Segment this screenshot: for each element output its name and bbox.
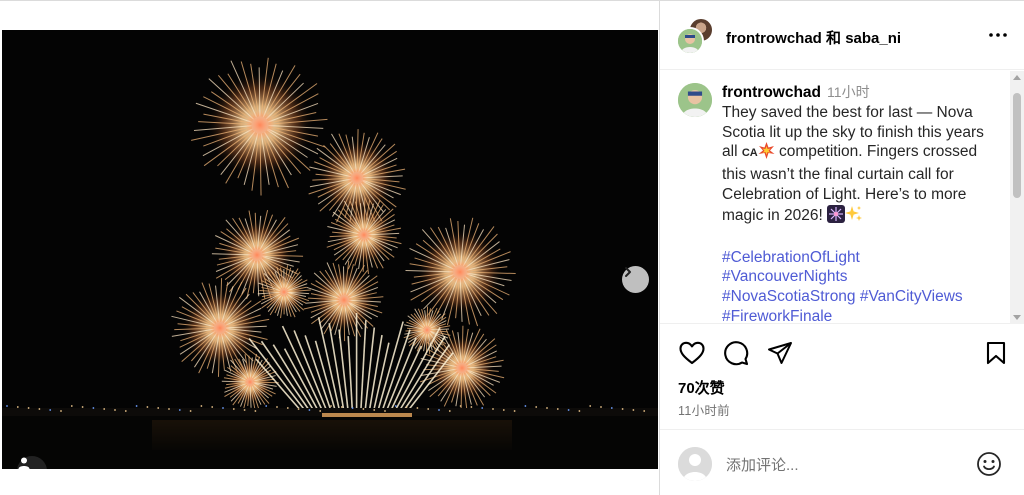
save-button[interactable]	[980, 337, 1012, 369]
instagram-post-viewer: frontrowchad 和 saba_ni frontrowchad 11小时 …	[0, 0, 1024, 495]
scroll-down-arrow-icon[interactable]	[1013, 315, 1021, 320]
share-button[interactable]	[764, 337, 796, 369]
scroll-up-arrow-icon[interactable]	[1013, 75, 1021, 80]
author-joiner: 和	[826, 30, 842, 47]
caption-timestamp[interactable]: 11小时	[827, 84, 870, 100]
user-tag-icon	[18, 457, 30, 469]
caption-avatar[interactable]	[678, 83, 712, 117]
heart-icon	[679, 341, 705, 365]
bookmark-icon	[986, 341, 1006, 365]
like-button[interactable]	[676, 337, 708, 369]
caption-scroll-area[interactable]: frontrowchad 11小时 They saved the best for…	[660, 71, 1024, 324]
more-horizontal-icon	[989, 33, 1007, 37]
caption-scrollbar[interactable]	[1010, 71, 1024, 324]
comment-input[interactable]	[726, 454, 956, 476]
post-header: frontrowchad 和 saba_ni	[660, 1, 1024, 70]
fireworks-image	[2, 30, 658, 469]
hashtag-novascotiastrong[interactable]: #NovaScotiaStrong	[722, 288, 856, 305]
hashtag-vancouvernights[interactable]: #VancouverNights	[722, 268, 848, 285]
comment-button[interactable]	[720, 337, 752, 369]
more-options-button[interactable]	[986, 25, 1010, 45]
smiley-icon	[977, 452, 1001, 476]
author-username[interactable]: frontrowchad	[726, 30, 822, 47]
avatar-frontrowchad	[676, 27, 704, 55]
hashtag-fireworkfinale[interactable]: #FireworkFinale	[722, 308, 832, 323]
post-actions	[660, 337, 1024, 371]
current-user-avatar	[678, 447, 712, 481]
hashtag-vancityviews[interactable]: #VanCityViews	[860, 288, 963, 305]
comment-composer	[660, 429, 1024, 495]
post-details-panel: frontrowchad 和 saba_ni frontrowchad 11小时 …	[659, 1, 1024, 495]
fireworks-emoji-icon	[827, 204, 846, 229]
emoji-picker-button[interactable]	[976, 451, 1002, 477]
like-count[interactable]: 70次赞	[678, 377, 725, 398]
caption: frontrowchad 11小时 They saved the best for…	[722, 83, 1002, 323]
collab-avatars[interactable]	[676, 17, 716, 57]
post-age[interactable]: 11小时前	[678, 400, 730, 419]
carousel-next-button[interactable]	[622, 266, 649, 293]
send-icon	[768, 342, 792, 364]
chevron-right-icon	[625, 267, 631, 277]
post-photo[interactable]	[2, 30, 658, 469]
post-authors[interactable]: frontrowchad 和 saba_ni	[726, 27, 901, 48]
comment-icon	[724, 341, 749, 366]
media-pane	[0, 1, 660, 495]
collaborator-username[interactable]: saba_ni	[845, 30, 901, 47]
canada-flag-label: CA	[741, 147, 758, 160]
sparkles-emoji-icon	[845, 205, 863, 229]
hashtag-celebrationoflight[interactable]: #CelebrationOfLight	[722, 249, 860, 266]
scrollbar-thumb[interactable]	[1013, 93, 1021, 198]
caption-username[interactable]: frontrowchad	[722, 84, 821, 101]
hashtag-list: #CelebrationOfLight #VancouverNights #No…	[722, 248, 1002, 323]
collision-emoji-icon	[758, 142, 775, 165]
